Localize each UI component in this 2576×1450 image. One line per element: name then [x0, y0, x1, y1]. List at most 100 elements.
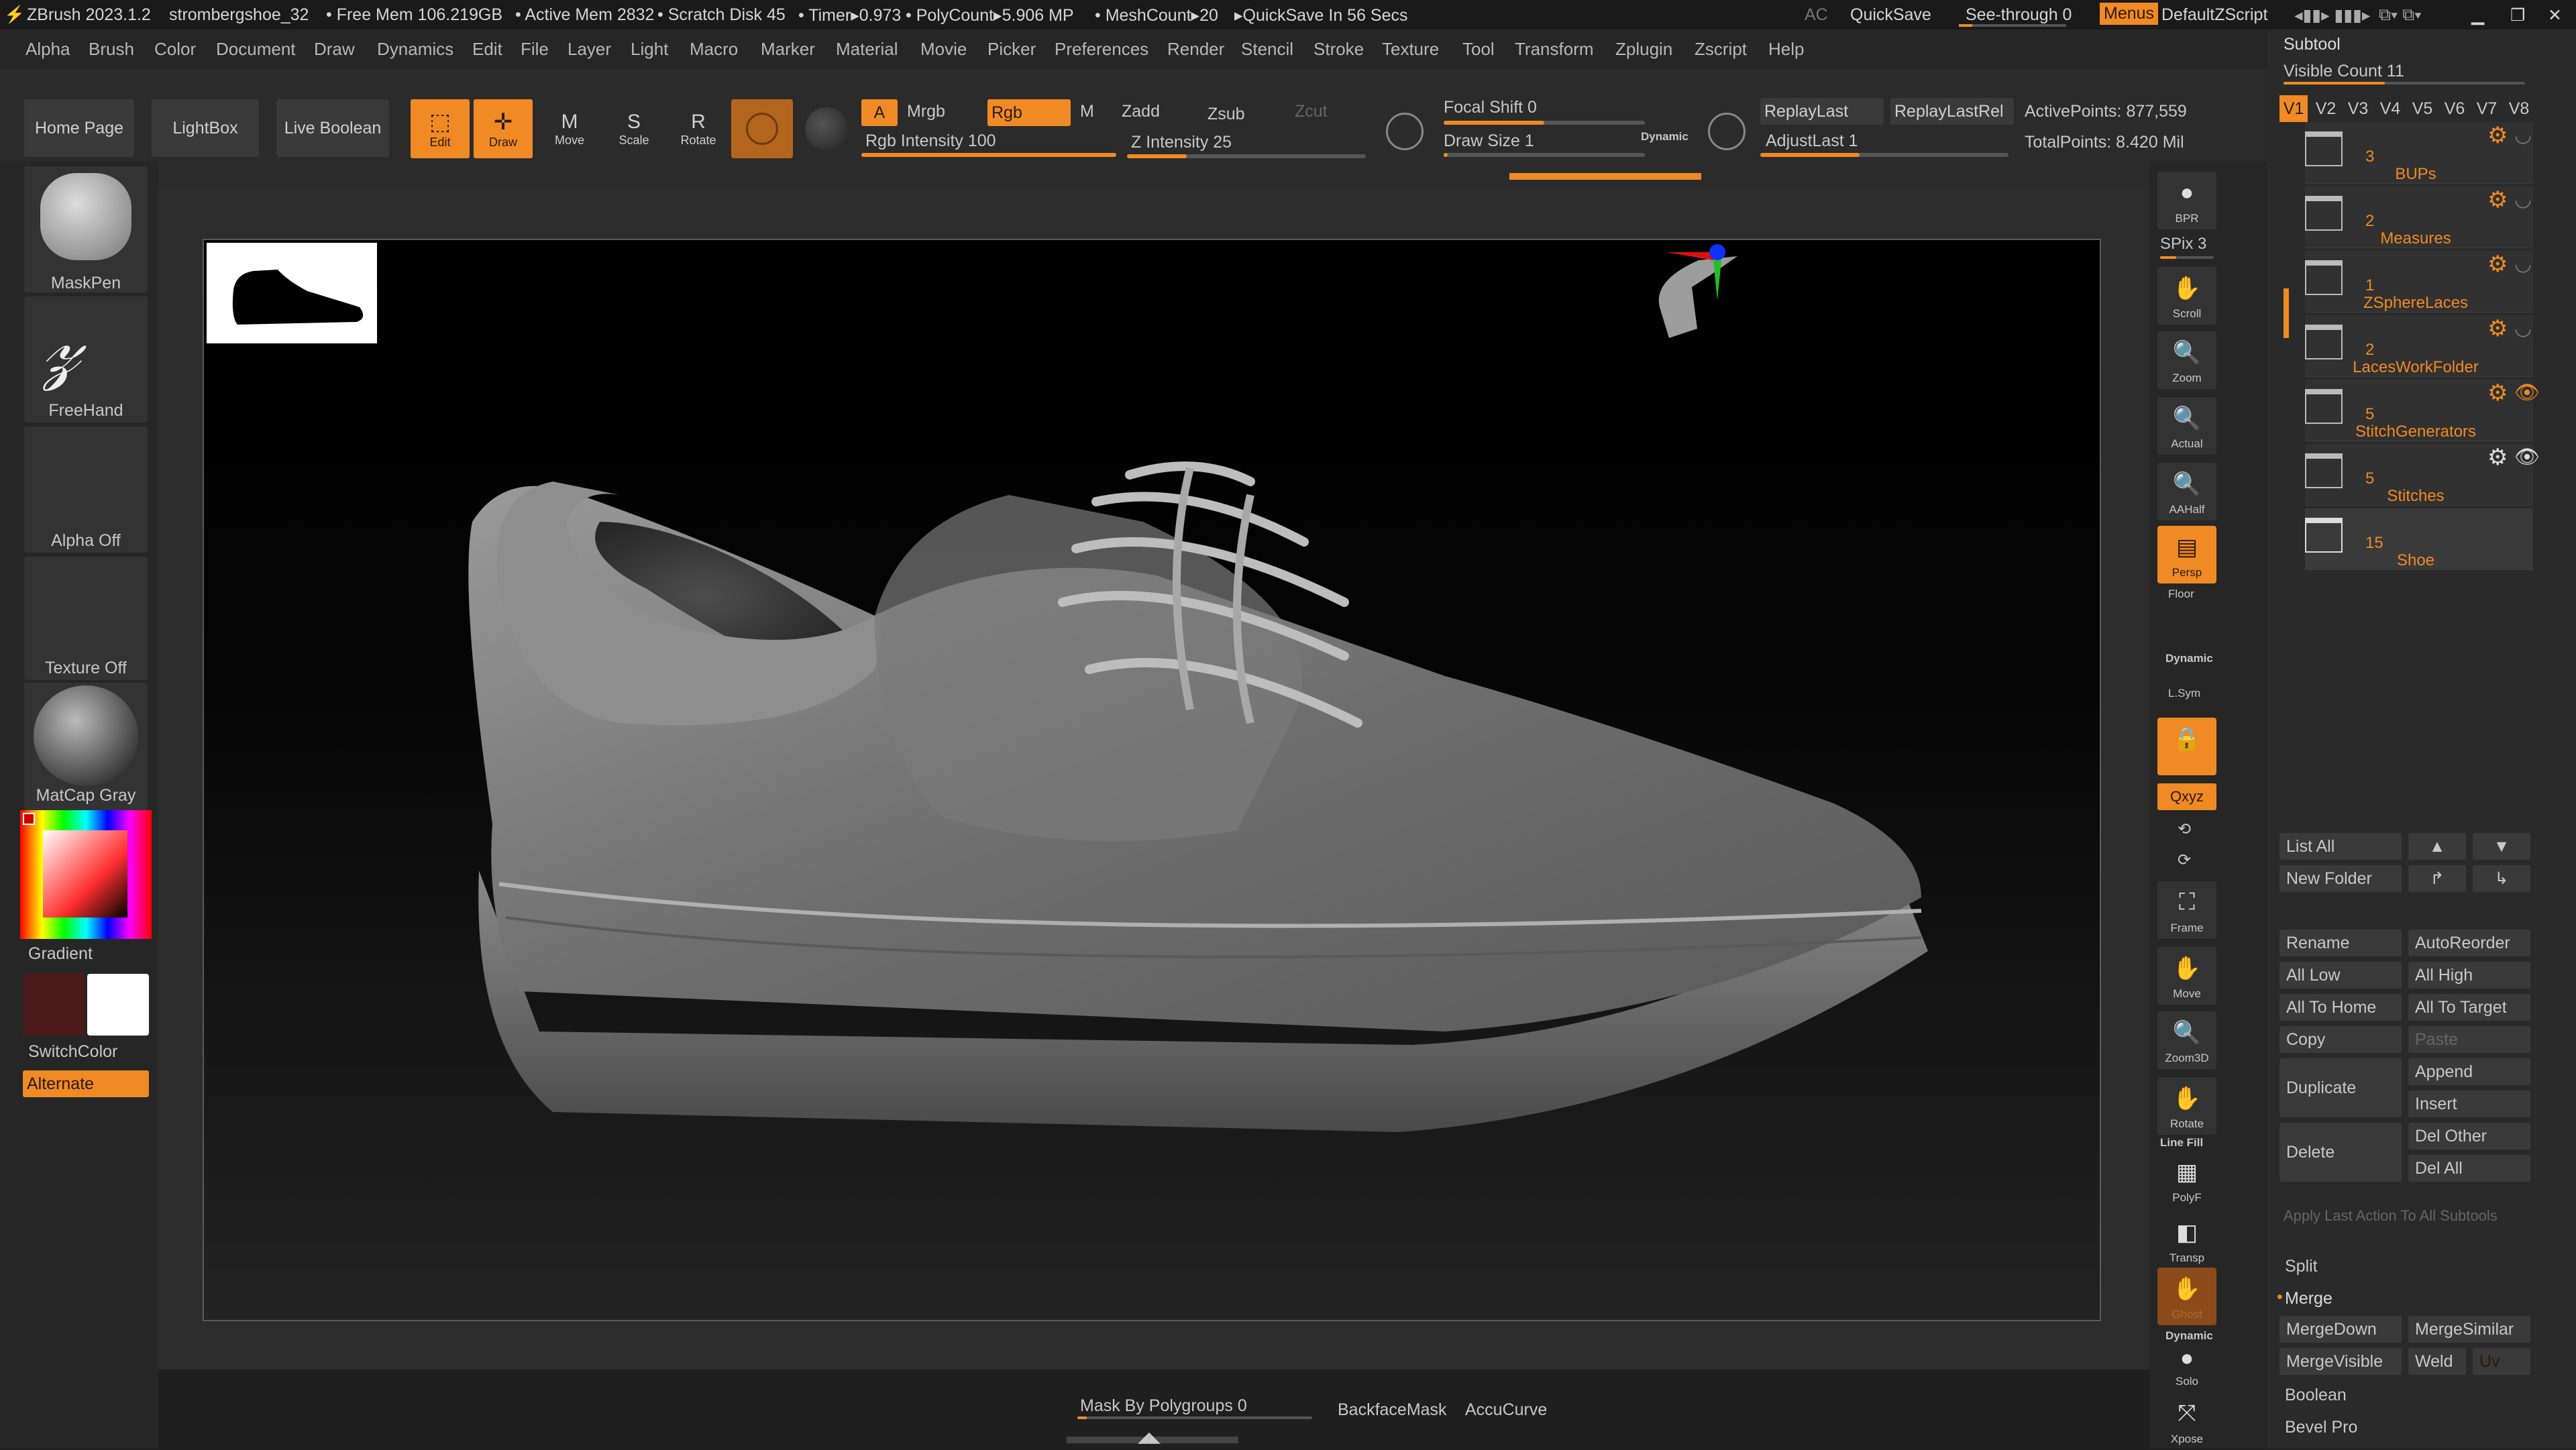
- spix-slider[interactable]: [2160, 256, 2214, 259]
- rgb-button[interactable]: Rgb: [987, 99, 1071, 126]
- zsub-button[interactable]: Zsub: [1208, 105, 1245, 124]
- paste-button[interactable]: Paste: [2408, 1026, 2530, 1053]
- adjust-last-slider[interactable]: [1760, 153, 2008, 157]
- expand-arrows-icon[interactable]: ◢◣: [1138, 1429, 1161, 1446]
- aahalf-button[interactable]: 🔍 AAHalf: [2157, 463, 2216, 520]
- merge-section[interactable]: Merge: [2285, 1289, 2332, 1308]
- xyz-button[interactable]: Qxyz: [2157, 783, 2216, 810]
- rename-button[interactable]: Rename: [2279, 930, 2402, 956]
- merge-down-button[interactable]: MergeDown: [2279, 1316, 2402, 1343]
- menu-draw[interactable]: Draw: [314, 39, 355, 60]
- menu-transform[interactable]: Transform: [1515, 39, 1594, 60]
- stroke-freehand-tile[interactable]: 𝓏 FreeHand: [24, 296, 148, 423]
- a-button[interactable]: A: [861, 99, 898, 126]
- draw-button[interactable]: ✛ Draw: [474, 99, 533, 158]
- bpr-button[interactable]: ● BPR: [2157, 172, 2216, 229]
- alternate-button[interactable]: Alternate: [23, 1070, 149, 1097]
- eye-icon[interactable]: ◡: [2514, 123, 2532, 147]
- menu-picker[interactable]: Picker: [987, 39, 1036, 60]
- menu-file[interactable]: File: [521, 39, 549, 60]
- menu-zscript[interactable]: Zscript: [1695, 39, 1747, 60]
- del-other-button[interactable]: Del Other: [2408, 1123, 2530, 1150]
- secondary-color-swatch[interactable]: [87, 974, 149, 1036]
- scroll-button[interactable]: ✋ Scroll: [2157, 267, 2216, 325]
- home-page-button[interactable]: Home Page: [24, 99, 134, 157]
- boolean-section[interactable]: Boolean: [2285, 1386, 2347, 1405]
- see-through-slider[interactable]: See-through 0: [1966, 5, 2072, 25]
- xpose-button[interactable]: ⤧ Xpose: [2157, 1392, 2216, 1450]
- zoom3d-button[interactable]: 🔍 Zoom3D: [2157, 1011, 2216, 1069]
- menu-dynamics[interactable]: Dynamics: [377, 39, 453, 60]
- mask-by-polygroups-slider[interactable]: [1077, 1416, 1312, 1419]
- zcut-button[interactable]: Zcut: [1295, 102, 1328, 121]
- focal-shift-slider[interactable]: [1444, 121, 1645, 125]
- rotate-button[interactable]: R Rotate: [668, 99, 729, 158]
- scale-button[interactable]: S Scale: [604, 99, 664, 158]
- spix-label[interactable]: SPix 3: [2160, 235, 2206, 254]
- ghost-button[interactable]: ✋ Ghost: [2157, 1268, 2216, 1325]
- menu-stencil[interactable]: Stencil: [1241, 39, 1293, 60]
- rotate-z-icon[interactable]: ⟳: [2178, 850, 2191, 870]
- version-tab-v1[interactable]: V1: [2279, 95, 2308, 122]
- menu-brush[interactable]: Brush: [89, 39, 134, 60]
- restore-icon[interactable]: ❐: [2510, 5, 2525, 25]
- menu-movie[interactable]: Movie: [920, 39, 967, 60]
- gradient-label[interactable]: Gradient: [28, 944, 93, 964]
- layout-icons[interactable]: ◂▮▮▸ ▮▮▮▸: [2294, 5, 2370, 25]
- subtool-scroll-indicator[interactable]: [2284, 288, 2289, 338]
- close-icon[interactable]: ✕: [2548, 5, 2562, 25]
- subtool-folder-measures[interactable]: 2 Measures ⚙ ◡: [2305, 186, 2533, 248]
- gear-icon[interactable]: ⚙: [2487, 122, 2508, 149]
- split-section[interactable]: Split: [2285, 1257, 2318, 1276]
- visible-count-slider[interactable]: [2284, 82, 2525, 85]
- color-sphere-icon[interactable]: [805, 107, 848, 150]
- weld-toggle[interactable]: Weld: [2408, 1348, 2466, 1375]
- quicksave-button[interactable]: QuickSave: [1850, 5, 1931, 25]
- subtool-folder-stitches[interactable]: 5 Stitches ⚙ 👁: [2305, 444, 2540, 506]
- color-picker[interactable]: [20, 810, 152, 939]
- actual-button[interactable]: 🔍 Actual: [2157, 397, 2216, 455]
- accucurve-button[interactable]: AccuCurve: [1465, 1400, 1547, 1420]
- texture-tile[interactable]: Texture Off: [24, 557, 148, 680]
- rotate-y-icon[interactable]: ⟲: [2178, 820, 2191, 839]
- move-up-icon[interactable]: ▲: [2408, 833, 2466, 860]
- transp-button[interactable]: ◧ Transp: [2157, 1211, 2216, 1269]
- eye-icon[interactable]: 👁: [2514, 445, 2540, 469]
- subtool-folder-laces-work[interactable]: 2 LacesWorkFolder ⚙ ◡: [2305, 315, 2533, 377]
- subtool-folder-shoe[interactable]: 15 Shoe: [2305, 508, 2533, 570]
- shoe-model[interactable]: [204, 240, 2102, 1323]
- autoreorder-button[interactable]: AutoReorder: [2408, 930, 2530, 956]
- delete-button[interactable]: Delete: [2279, 1123, 2402, 1182]
- viewport-canvas[interactable]: [203, 239, 2101, 1321]
- eye-icon[interactable]: ◡: [2514, 188, 2532, 211]
- edit-button[interactable]: ⬚ Edit: [411, 99, 470, 158]
- subtool-title[interactable]: Subtool: [2284, 35, 2341, 54]
- version-tab-v6[interactable]: V6: [2440, 95, 2469, 122]
- floor-button[interactable]: Floor: [2168, 588, 2194, 601]
- move-out-folder-icon[interactable]: ↳: [2473, 865, 2530, 892]
- persp-button[interactable]: ▤ Persp: [2157, 526, 2216, 583]
- m-button[interactable]: M: [1080, 102, 1094, 121]
- menu-material[interactable]: Material: [836, 39, 898, 60]
- menu-render[interactable]: Render: [1167, 39, 1224, 60]
- all-low-button[interactable]: All Low: [2279, 962, 2402, 989]
- menu-layer[interactable]: Layer: [568, 39, 611, 60]
- zoom-button[interactable]: 🔍 Zoom: [2157, 331, 2216, 389]
- menu-alpha[interactable]: Alpha: [25, 39, 70, 60]
- mask-by-polygroups-label[interactable]: Mask By Polygroups 0: [1080, 1396, 1247, 1416]
- subtool-folder-zspherelaces[interactable]: 1 ZSphereLaces ⚙ ◡: [2305, 251, 2533, 313]
- menu-zplugin[interactable]: Zplugin: [1615, 39, 1672, 60]
- menu-tool[interactable]: Tool: [1462, 39, 1495, 60]
- menu-stroke[interactable]: Stroke: [1313, 39, 1364, 60]
- gear-icon[interactable]: ⚙: [2487, 380, 2508, 406]
- eye-icon[interactable]: 👁: [2514, 381, 2540, 404]
- eye-icon[interactable]: ◡: [2514, 252, 2532, 276]
- replay-icon[interactable]: [1708, 113, 1746, 150]
- version-tab-v3[interactable]: V3: [2344, 95, 2372, 122]
- gear-icon[interactable]: ⚙: [2487, 251, 2508, 278]
- menu-texture[interactable]: Texture: [1382, 39, 1439, 60]
- move-into-folder-icon[interactable]: ↱: [2408, 865, 2466, 892]
- subtool-folder-bups[interactable]: 3 BUPs ⚙ ◡: [2305, 122, 2533, 184]
- view-orientation-gizmo[interactable]: [1658, 244, 1737, 338]
- menu-preferences[interactable]: Preferences: [1055, 39, 1148, 60]
